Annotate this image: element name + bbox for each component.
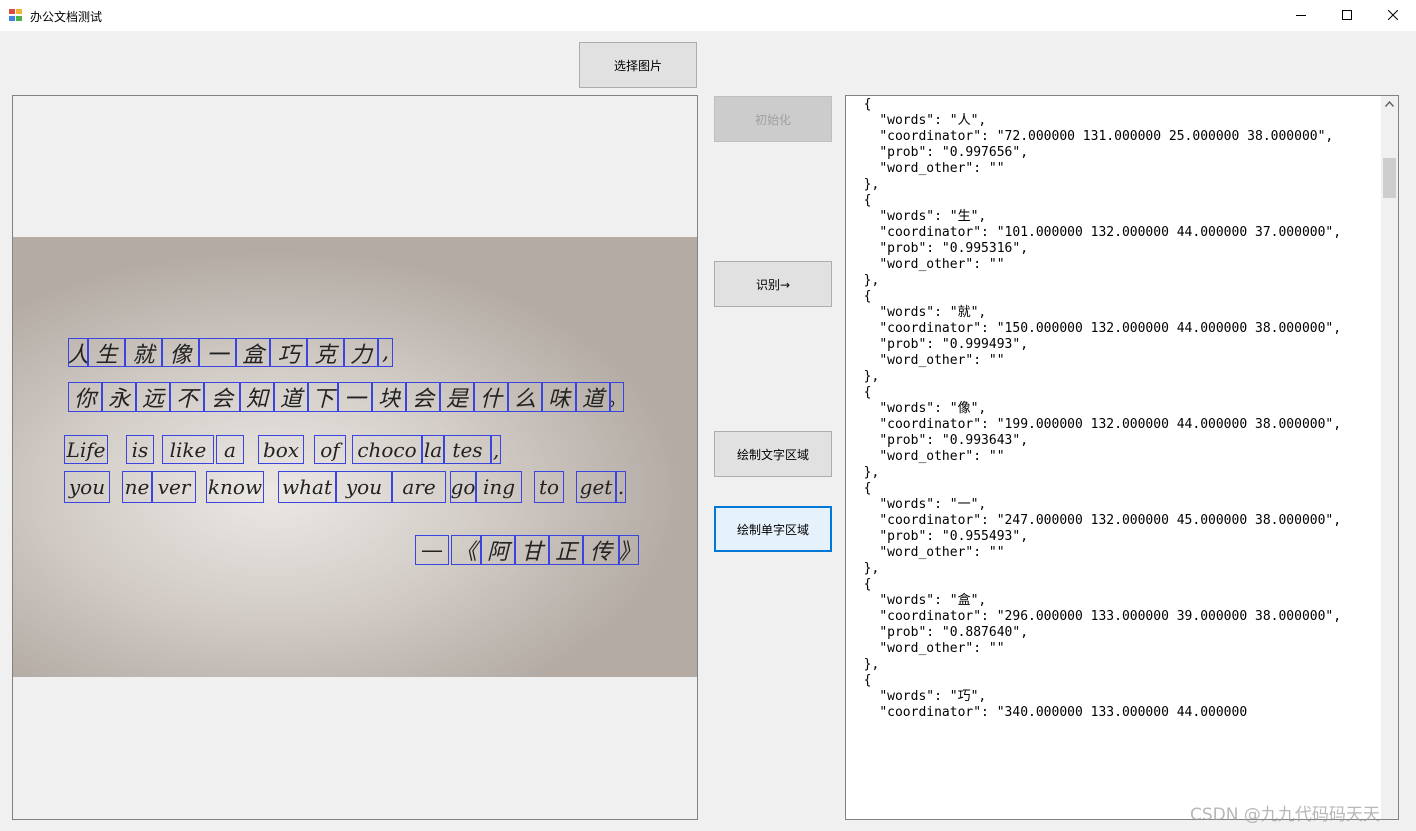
select-image-button[interactable]: 选择图片 xyxy=(579,42,697,88)
char-box: 不 xyxy=(170,382,204,412)
char-box: 什 xyxy=(474,382,508,412)
window-title: 办公文档测试 xyxy=(30,10,103,24)
char-box: 味 xyxy=(542,382,576,412)
ocr-line-2: 你 永 远 不 会 知 道 下 一 块 会 是 什 么 味 道 。 xyxy=(68,382,624,412)
char-box: 盒 xyxy=(236,338,270,367)
char-box: to xyxy=(534,471,564,503)
char-box: 就 xyxy=(125,338,162,367)
char-box: 一 xyxy=(199,338,236,367)
char-box: you xyxy=(64,471,110,503)
ocr-line-5: — 《 阿 甘 正 传 》 xyxy=(415,535,639,565)
char-box: — xyxy=(415,535,449,565)
char-box: 甘 xyxy=(515,535,549,565)
recognize-button[interactable]: 识别→ xyxy=(714,261,832,307)
char-box: tes xyxy=(444,435,491,464)
close-icon xyxy=(1388,10,1398,20)
char-box: 下 xyxy=(308,382,338,412)
char-box: 永 xyxy=(102,382,136,412)
char-box: like xyxy=(162,435,214,464)
char-box: 阿 xyxy=(481,535,515,565)
char-box: 传 xyxy=(583,535,619,565)
vertical-scrollbar[interactable] xyxy=(1381,96,1398,819)
char-box: 块 xyxy=(372,382,406,412)
char-box: 会 xyxy=(406,382,440,412)
char-box: ne xyxy=(122,471,152,503)
char-box: Life xyxy=(64,435,108,464)
draw-char-region-button[interactable]: 绘制单字区域 xyxy=(714,506,832,552)
char-box: 像 xyxy=(162,338,199,367)
result-textbox[interactable]: { "words": "人", "coordinator": "72.00000… xyxy=(845,95,1399,820)
char-box: 巧 xyxy=(270,338,307,367)
char-box: 是 xyxy=(440,382,474,412)
char-box: of xyxy=(314,435,346,464)
char-box: know xyxy=(206,471,264,503)
char-box: 《 xyxy=(451,535,481,565)
scrollbar-thumb[interactable] xyxy=(1383,158,1396,198)
maximize-icon xyxy=(1342,10,1352,20)
photo: 人 生 就 像 一 盒 巧 克 力 , 你 永 远 不 会 知 道 下 一 块 … xyxy=(13,237,697,677)
char-box: get xyxy=(576,471,616,503)
app-icon xyxy=(9,9,22,21)
char-box: la xyxy=(422,435,444,464)
char-box: choco xyxy=(352,435,422,464)
char-box: 道 xyxy=(274,382,308,412)
char-box: are xyxy=(392,471,446,503)
image-preview: 人 生 就 像 一 盒 巧 克 力 , 你 永 远 不 会 知 道 下 一 块 … xyxy=(12,95,698,820)
char-box: is xyxy=(126,435,154,464)
minimize-icon xyxy=(1296,15,1306,16)
ocr-line-3: Life is like a box of choco la tes , xyxy=(64,435,501,464)
char-box: 克 xyxy=(307,338,344,367)
char-box: . xyxy=(616,471,626,503)
watermark: CSDN @九九代码码天天 xyxy=(1190,805,1380,825)
char-box: 正 xyxy=(549,535,583,565)
char-box: box xyxy=(258,435,304,464)
char-box: , xyxy=(378,338,393,367)
scroll-up-icon[interactable] xyxy=(1385,101,1394,107)
char-box: 》 xyxy=(619,535,639,565)
char-box: ver xyxy=(152,471,196,503)
char-box: 知 xyxy=(240,382,274,412)
minimize-button[interactable] xyxy=(1278,0,1324,31)
char-box: 人 xyxy=(68,338,88,367)
title-bar: 办公文档测试 xyxy=(0,0,1416,32)
char-box: 力 xyxy=(344,338,378,367)
char-box: go xyxy=(450,471,476,503)
ocr-line-1: 人 生 就 像 一 盒 巧 克 力 , xyxy=(68,338,393,367)
close-button[interactable] xyxy=(1370,0,1416,31)
char-box: 会 xyxy=(204,382,240,412)
init-button[interactable]: 初始化 xyxy=(714,96,832,142)
char-box: you xyxy=(336,471,392,503)
char-box: a xyxy=(216,435,244,464)
result-json-text[interactable]: { "words": "人", "coordinator": "72.00000… xyxy=(848,97,1380,721)
char-box: 远 xyxy=(136,382,170,412)
char-box: what xyxy=(278,471,336,503)
ocr-line-4: you ne ver know what you are go ing to g… xyxy=(64,471,626,503)
char-box: 你 xyxy=(68,382,102,412)
char-box: 一 xyxy=(338,382,372,412)
char-box: 么 xyxy=(508,382,542,412)
char-box: 道 xyxy=(576,382,610,412)
maximize-button[interactable] xyxy=(1324,0,1370,31)
char-box: 生 xyxy=(88,338,125,367)
draw-text-region-button[interactable]: 绘制文字区域 xyxy=(714,431,832,477)
char-box: 。 xyxy=(610,382,624,412)
char-box: ing xyxy=(476,471,522,503)
char-box: , xyxy=(491,435,501,464)
